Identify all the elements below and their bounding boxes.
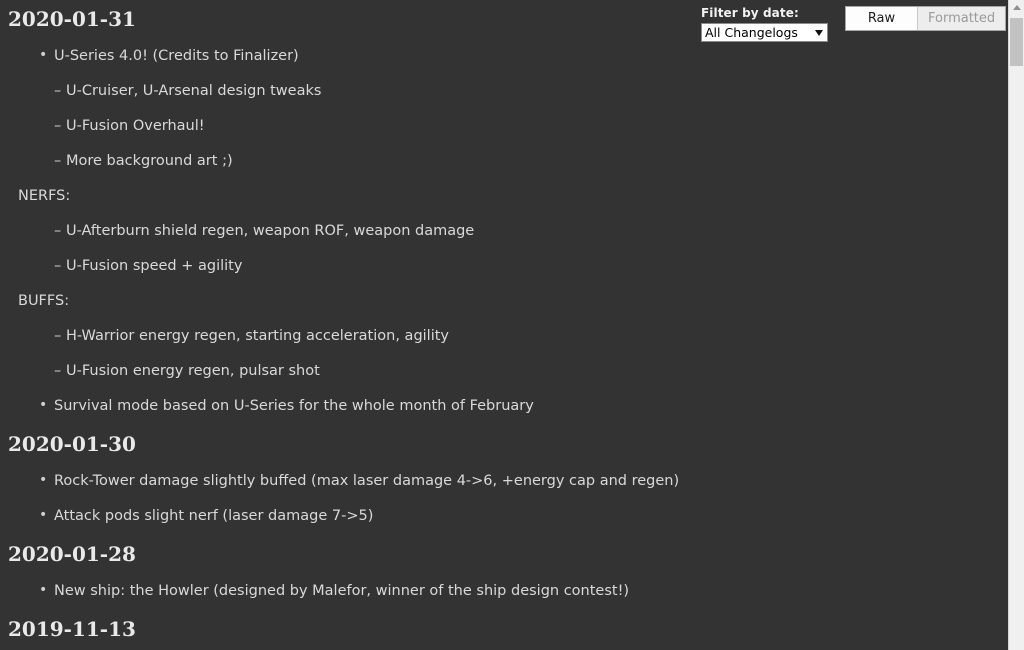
chevron-up-icon bbox=[1012, 4, 1021, 10]
changelog-entry: BUFFS: bbox=[18, 293, 70, 309]
date-filter-group: Filter by date: All Changelogs bbox=[701, 6, 836, 42]
changelog-date-heading: 2020-01-28 bbox=[8, 542, 136, 566]
changelog-content-area: Filter by date: All Changelogs Raw Forma… bbox=[0, 0, 1008, 650]
raw-view-button[interactable]: Raw bbox=[846, 7, 917, 30]
scrollbar-thumb[interactable] bbox=[1010, 18, 1023, 66]
changelog-entry: U-Afterburn shield regen, weapon ROF, we… bbox=[0, 222, 474, 240]
vertical-scrollbar[interactable] bbox=[1008, 0, 1024, 650]
changelog-entry: H-Warrior energy regen, starting acceler… bbox=[0, 327, 449, 345]
date-filter-select[interactable]: All Changelogs bbox=[701, 23, 828, 42]
changelog-entry: More background art ;) bbox=[0, 152, 233, 170]
changelog-entry: U-Fusion Overhaul! bbox=[0, 117, 205, 135]
toolbar: Filter by date: All Changelogs Raw Forma… bbox=[0, 0, 1008, 48]
date-filter-selected-value: All Changelogs bbox=[705, 25, 798, 40]
changelog-date-heading: 2019-11-13 bbox=[8, 617, 136, 641]
changelog-entry: Survival mode based on U-Series for the … bbox=[0, 396, 534, 415]
scroll-up-button[interactable] bbox=[1009, 0, 1024, 15]
changelog-date-heading: 2020-01-30 bbox=[8, 432, 136, 456]
changelog-entry: U-Fusion speed + agility bbox=[0, 257, 242, 275]
changelog-entry: NERFS: bbox=[18, 188, 71, 204]
changelog-date-heading: 2020-01-31 bbox=[8, 7, 136, 31]
changelog-entry: U-Series 4.0! (Credits to Finalizer) bbox=[0, 46, 299, 65]
changelog-page: Filter by date: All Changelogs Raw Forma… bbox=[0, 0, 1024, 650]
view-mode-toggle: Raw Formatted bbox=[845, 6, 1007, 31]
changelog-entry: Rock-Tower damage slightly buffed (max l… bbox=[0, 471, 679, 490]
changelog-entry: Attack pods slight nerf (laser damage 7-… bbox=[0, 506, 373, 525]
chevron-down-icon bbox=[815, 29, 823, 36]
changelog-entry: New ship: the Howler (designed by Malefo… bbox=[0, 581, 629, 600]
changelog-entry: U-Cruiser, U-Arsenal design tweaks bbox=[0, 82, 321, 100]
date-filter-label: Filter by date: bbox=[701, 6, 799, 20]
changelog-entry: U-Fusion energy regen, pulsar shot bbox=[0, 362, 320, 380]
formatted-view-button[interactable]: Formatted bbox=[917, 7, 1006, 30]
